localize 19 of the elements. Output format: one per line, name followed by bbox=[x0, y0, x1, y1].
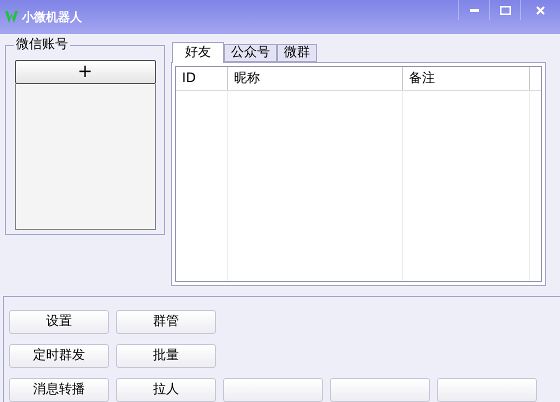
action-button[interactable]: 群管 bbox=[116, 310, 216, 334]
tab[interactable]: 好友 bbox=[172, 42, 224, 63]
tab[interactable]: 公众号 bbox=[224, 44, 277, 62]
action-button[interactable]: 拉人 bbox=[116, 378, 216, 402]
logo-icon bbox=[5, 10, 18, 23]
minimize-icon bbox=[470, 8, 478, 12]
action-button[interactable]: 批量 bbox=[116, 344, 216, 368]
tab[interactable]: 微群 bbox=[277, 44, 317, 62]
maximize-icon bbox=[500, 6, 510, 14]
add-account-button[interactable]: + bbox=[14, 60, 156, 84]
action-button[interactable]: 设置 bbox=[9, 310, 109, 334]
group-title: 微信账号 bbox=[14, 36, 70, 53]
action-button[interactable]: 定时群发 bbox=[9, 344, 109, 368]
action-button[interactable]: 消息转播 bbox=[9, 378, 109, 402]
window-title: 小微机器人 bbox=[22, 8, 82, 26]
column-header[interactable]: 昵称 bbox=[228, 66, 403, 90]
column-header[interactable]: ID bbox=[176, 66, 228, 90]
column-header[interactable]: 备注 bbox=[403, 66, 530, 90]
close-icon bbox=[536, 6, 545, 14]
